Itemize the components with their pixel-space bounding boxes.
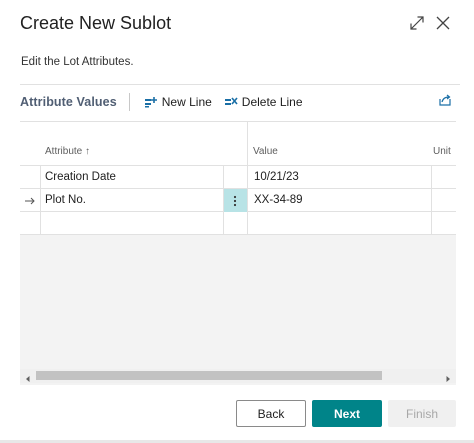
table-row-empty[interactable] [20,212,456,235]
horizontal-scrollbar[interactable] [20,369,456,383]
table-row[interactable]: Creation Date 10/21/23 [20,166,456,189]
delete-line-button[interactable]: Delete Line [224,95,303,109]
next-button[interactable]: Next [312,400,382,427]
grid-header: Attribute ↑ Value Unit [20,122,456,166]
unit-cell[interactable] [432,166,456,189]
scrollbar-thumb[interactable] [36,371,382,380]
finish-button[interactable]: Finish [388,400,456,427]
back-button[interactable]: Back [236,400,306,427]
part-title[interactable]: Attribute Values [20,95,117,109]
column-divider [431,166,432,235]
dialog-title: Create New Sublot [20,13,172,33]
attribute-cell[interactable]: Plot No. [45,189,86,212]
unit-cell[interactable] [432,212,456,235]
scroll-right-icon[interactable] [443,371,453,382]
action-bar-separator [128,93,130,111]
value-cell[interactable]: 10/21/23 [254,166,299,189]
attribute-values-action-bar: Attribute Values New Line Delete Line [20,90,460,114]
column-divider [223,166,224,235]
delete-line-icon [224,96,238,108]
attribute-cell[interactable]: Creation Date [45,166,116,189]
new-line-label: New Line [161,95,212,109]
create-new-sublot-dialog: Create New Sublot Edit the Lot Attribute… [0,0,474,443]
expand-icon[interactable] [408,14,426,32]
close-icon[interactable] [434,14,452,32]
column-divider [247,122,248,235]
new-line-button[interactable]: New Line [144,95,212,109]
table-row-selected[interactable]: Plot No. XX-34-89 [20,189,456,212]
new-line-icon [144,96,158,108]
dialog-footer: Back Next Finish [0,400,474,428]
delete-line-label: Delete Line [241,95,303,109]
row-menu-dots-icon[interactable] [223,189,247,212]
dialog-instructions: Edit the Lot Attributes. [21,56,134,68]
unit-cell[interactable] [432,189,456,212]
column-header-attribute[interactable]: Attribute ↑ [45,146,90,157]
share-icon[interactable] [438,93,452,112]
divider [20,84,460,85]
column-divider [40,166,41,235]
row-arrow-icon [24,189,36,212]
scroll-left-icon[interactable] [23,371,33,382]
column-header-unit[interactable]: Unit [433,146,451,157]
value-cell[interactable]: XX-34-89 [254,189,303,212]
column-header-value[interactable]: Value [253,146,278,157]
attributes-grid: Attribute ↑ Value Unit Creation Date 10/… [20,121,456,385]
